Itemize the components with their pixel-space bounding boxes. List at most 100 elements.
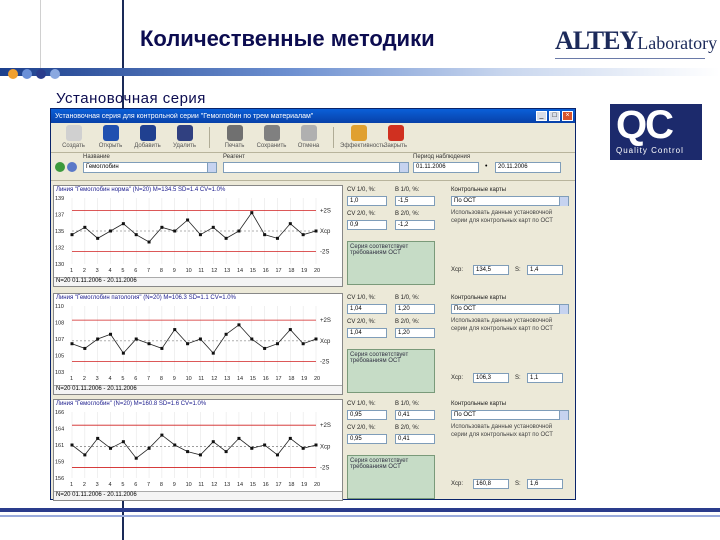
b10-field[interactable]: 1,20 <box>395 304 435 314</box>
x-tick-label: 20 <box>314 376 320 382</box>
y-tick-label: 137 <box>55 213 64 219</box>
x-tick-label: 1 <box>70 376 73 382</box>
cv10-label: CV 1/0, %: <box>347 295 376 301</box>
stop-icon[interactable] <box>67 162 77 172</box>
qc-logo-caption: Quality Control <box>616 146 684 155</box>
y-tick-label: 166 <box>55 410 64 416</box>
s-label: S: <box>515 481 521 487</box>
toolbar-button-open[interactable]: Открыть <box>92 125 129 150</box>
y-tick-label: 110 <box>55 304 64 310</box>
data-point <box>134 337 138 341</box>
x-tick-label: 16 <box>263 268 269 274</box>
open-icon <box>102 125 119 141</box>
xcp-field[interactable]: 134,5 <box>473 265 509 275</box>
period-to-field[interactable]: 20.11.2006 <box>495 162 561 173</box>
b20-field[interactable]: 0,41 <box>395 434 435 444</box>
y-tick-label: 135 <box>55 229 64 235</box>
x-tick-label: 1 <box>70 268 73 274</box>
rules-select[interactable]: По ОСТ <box>451 410 569 420</box>
brand-underline <box>555 58 705 59</box>
name-label: Название <box>83 154 110 160</box>
x-tick-label: 7 <box>147 376 150 382</box>
limit-label: -2S <box>320 465 329 471</box>
limit-label: +2S <box>320 318 331 324</box>
cv10-field[interactable]: 0,95 <box>347 410 387 420</box>
rules-description: Использовать данные установочной серии д… <box>451 424 553 438</box>
window-close-button[interactable]: × <box>562 111 573 121</box>
chevron-down-icon[interactable] <box>559 305 568 314</box>
rules-select-value: По ОСТ <box>454 306 476 312</box>
limit-label: -2S <box>320 360 329 366</box>
toolbar-button-chart[interactable]: Эффективность <box>340 125 385 150</box>
b10-field[interactable]: 0,41 <box>395 410 435 420</box>
name-select[interactable]: Гемоглобин <box>83 162 217 173</box>
b10-field[interactable]: -1,5 <box>395 196 435 206</box>
xcp-label: Хср: <box>451 267 464 273</box>
b10-label: B 1/0, %: <box>395 187 420 193</box>
chevron-down-icon[interactable] <box>207 163 216 172</box>
cv20-field[interactable]: 1,04 <box>347 328 387 338</box>
reagent-select[interactable] <box>223 162 409 173</box>
xcp-field[interactable]: 106,3 <box>473 373 509 383</box>
app-window: Установочная серия для контрольной серии… <box>50 108 576 501</box>
s-field[interactable]: 1,1 <box>527 373 563 383</box>
toolbar-button-save[interactable]: Сохранить <box>253 125 290 150</box>
data-point <box>198 453 202 457</box>
data-point <box>83 346 87 350</box>
qc-logo-letters: QC <box>616 103 674 147</box>
data-point <box>134 456 138 460</box>
maximize-button[interactable]: □ <box>549 111 560 121</box>
b20-field[interactable]: -1,2 <box>395 220 435 230</box>
cv20-label: CV 2/0, %: <box>347 211 376 217</box>
data-point <box>224 450 228 454</box>
x-tick-label: 1 <box>70 482 73 488</box>
s-field[interactable]: 1,6 <box>527 479 563 489</box>
data-point <box>288 222 292 226</box>
toolbar-button-print[interactable]: Печать <box>216 125 253 150</box>
toolbar-button-delete[interactable]: Удалить <box>166 125 203 150</box>
period-from-field[interactable]: 01.11.2006 <box>413 162 479 173</box>
x-tick-label: 18 <box>288 482 294 488</box>
limit-label: +2S <box>320 208 331 214</box>
data-point <box>173 328 177 332</box>
cancel-icon <box>300 125 317 141</box>
x-tick-label: 16 <box>263 482 269 488</box>
x-tick-label: 12 <box>211 268 217 274</box>
refresh-icon[interactable] <box>55 162 65 172</box>
cv10-field[interactable]: 1,04 <box>347 304 387 314</box>
s-field[interactable]: 1,4 <box>527 265 563 275</box>
data-point <box>301 446 305 450</box>
data-point <box>275 236 279 240</box>
chevron-down-icon[interactable] <box>399 163 408 172</box>
toolbar-button-close[interactable]: Закрыть <box>377 125 414 150</box>
chevron-down-icon[interactable] <box>559 411 568 420</box>
xcp-field[interactable]: 160,8 <box>473 479 509 489</box>
window-titlebar: Установочная серия для контрольной серии… <box>51 109 575 123</box>
x-tick-label: 8 <box>160 268 163 274</box>
toolbar-separator <box>209 127 210 148</box>
x-tick-label: 14 <box>237 376 243 382</box>
data-point <box>147 446 151 450</box>
stats-panel: CV 1/0, %: 1,0 B 1/0, %: -1,5 CV 2/0, %:… <box>345 185 441 287</box>
toolbar-button-cancel[interactable]: Отмена <box>290 125 327 150</box>
data-point <box>275 453 279 457</box>
b20-field[interactable]: 1,20 <box>395 328 435 338</box>
cv20-field[interactable]: 0,9 <box>347 220 387 230</box>
series-status-box: Серия соответствует требованиям ОСТ <box>347 455 435 499</box>
x-tick-label: 10 <box>186 376 192 382</box>
rules-select[interactable]: По ОСТ <box>451 304 569 314</box>
toolbar-button-add[interactable]: Добавить <box>129 125 166 150</box>
cv20-field[interactable]: 0,95 <box>347 434 387 444</box>
xcp-label: Хср: <box>451 375 464 381</box>
chevron-down-icon[interactable] <box>559 197 568 206</box>
cv10-field[interactable]: 1,0 <box>347 196 387 206</box>
minimize-button[interactable]: _ <box>536 111 547 121</box>
b20-label: B 2/0, %: <box>395 319 420 325</box>
cv10-label: CV 1/0, %: <box>347 401 376 407</box>
toolbar-button-new[interactable]: Создать <box>55 125 92 150</box>
data-point <box>121 351 125 355</box>
qc-logo: QC Quality Control <box>610 104 702 160</box>
x-tick-label: 9 <box>173 376 176 382</box>
chart-footer: N=20 01.11.2006 - 20.11.2006 <box>54 277 342 286</box>
rules-select[interactable]: По ОСТ <box>451 196 569 206</box>
